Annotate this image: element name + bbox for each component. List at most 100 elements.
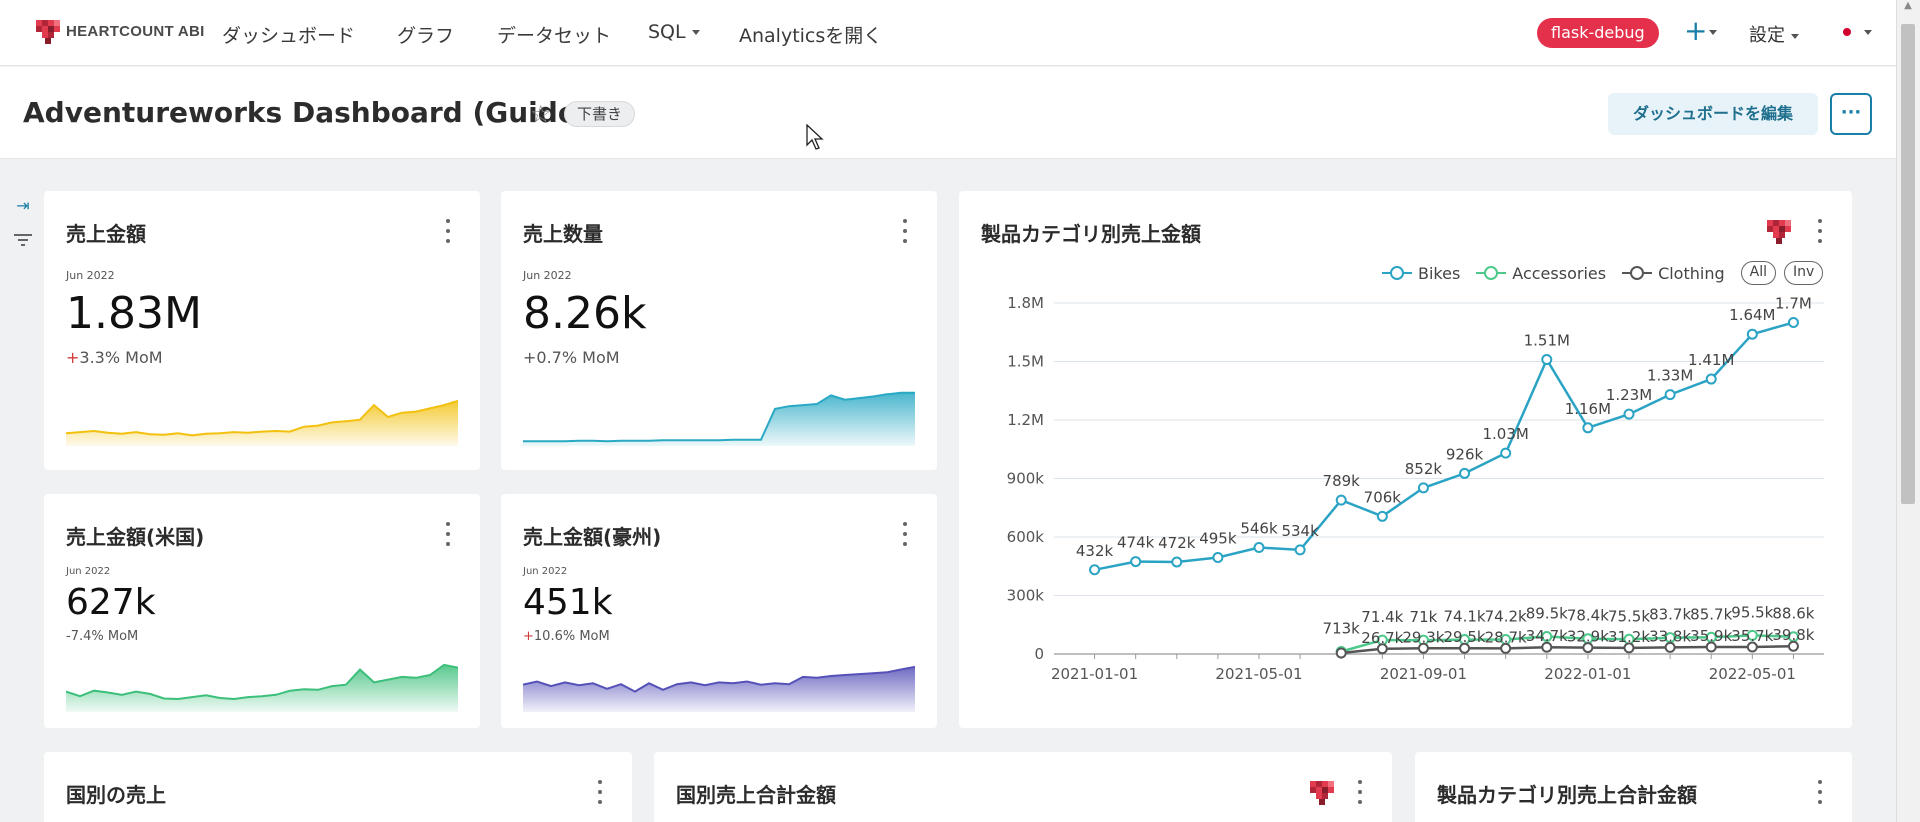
kpi-value: 8.26k: [523, 288, 647, 339]
data-label: 1.64M: [1729, 306, 1775, 324]
data-label: 1.16M: [1565, 400, 1611, 418]
data-point: [1253, 542, 1265, 554]
data-label: 89.5k: [1526, 605, 1568, 623]
kpi-value: 451k: [523, 582, 613, 623]
data-label: 432k: [1076, 542, 1114, 560]
x-tick-label: 2022-01-01: [1544, 665, 1631, 683]
data-label: 33.8k: [1649, 627, 1691, 645]
nav-sql[interactable]: SQL: [648, 21, 700, 43]
top-navigation: HEARTCOUNT ABI ダッシュボード グラフ データセット SQL An…: [0, 0, 1896, 66]
country-sales-total-card[interactable]: 国別売上合計金額: [654, 752, 1392, 822]
data-point: [1335, 647, 1347, 659]
data-label: 706k: [1364, 488, 1402, 506]
data-label: 35.7k: [1731, 627, 1773, 645]
sparkline-chart: [66, 663, 458, 712]
data-label: 474k: [1117, 534, 1155, 552]
draft-badge: 下書き: [564, 101, 636, 127]
data-label: 74.1k: [1444, 608, 1486, 626]
data-label: 32.9k: [1567, 628, 1609, 646]
dashboard-header: Adventureworks Dashboard (Guide) ☆ 下書き ダ…: [0, 67, 1896, 159]
category-sales-total-card[interactable]: 製品カテゴリ別売上合計金額: [1415, 752, 1852, 822]
kpi-change: +10.6% MoM: [523, 629, 610, 644]
data-label: 546k: [1240, 520, 1278, 538]
card-menu-kebab-icon[interactable]: [444, 522, 452, 546]
page-title: Adventureworks Dashboard (Guide): [23, 96, 590, 129]
chevron-down-icon: [691, 30, 700, 35]
scroll-up-arrow-icon[interactable]: ▲: [1898, 0, 1918, 20]
data-point: [1746, 328, 1758, 340]
nav-dashboard[interactable]: ダッシュボード: [222, 21, 355, 48]
y-tick-label: 1.8M: [1007, 294, 1044, 312]
kpi-period: Jun 2022: [523, 269, 572, 282]
data-label: 495k: [1199, 529, 1237, 547]
nav-graph[interactable]: グラフ: [397, 21, 454, 48]
card-menu-kebab-icon[interactable]: [1356, 780, 1364, 804]
filter-icon[interactable]: [13, 232, 33, 252]
card-menu-kebab-icon[interactable]: [1816, 780, 1824, 804]
sparkline-chart: [66, 399, 458, 446]
kpi-value: 627k: [66, 582, 156, 623]
card-title: 国別の売上: [66, 783, 166, 807]
data-label: 85.7k: [1690, 605, 1732, 623]
collapse-panel-icon[interactable]: ⇥: [13, 196, 33, 215]
kpi-card-sales-quantity[interactable]: 売上数量 Jun 2022 8.26k +0.7% MoM: [501, 191, 937, 470]
kpi-change: -7.4% MoM: [66, 629, 138, 644]
data-point: [1089, 564, 1101, 576]
kpi-change-sign: +: [66, 348, 80, 367]
data-label: 534k: [1281, 522, 1319, 540]
country-sales-card[interactable]: 国別の売上: [44, 752, 632, 822]
data-label: 88.6k: [1772, 605, 1814, 623]
data-point: [1376, 510, 1388, 522]
data-point: [1130, 556, 1142, 568]
line-chart-plot: 0 300k 600k 900k 1.2M 1.5M 1.8M 2021-01-01 2021-…: [1007, 294, 1824, 683]
data-label: 1.03M: [1482, 425, 1528, 443]
nav-dataset[interactable]: データセット: [497, 21, 611, 48]
card-menu-kebab-icon[interactable]: [596, 780, 604, 804]
sparkline-area: [66, 400, 458, 446]
card-menu-kebab-icon[interactable]: [901, 522, 909, 546]
kpi-change-text: 3.3% MoM: [79, 348, 163, 367]
kpi-card-sales-amount[interactable]: 売上金額 Jun 2022 1.83M +3.3% MoM: [44, 191, 480, 470]
card-title: 売上金額(豪州): [523, 525, 662, 549]
data-point: [1705, 373, 1717, 385]
nav-open-analytics[interactable]: Analyticsを開く: [739, 21, 882, 48]
card-menu-kebab-icon[interactable]: [444, 219, 452, 243]
more-options-button[interactable]: ···: [1830, 93, 1872, 135]
language-selector[interactable]: [1836, 24, 1872, 40]
data-label: 34.7k: [1526, 627, 1568, 645]
x-tick-label: 2021-09-01: [1380, 665, 1467, 683]
sparkline-area: [66, 664, 458, 712]
user-badge[interactable]: flask-debug: [1537, 18, 1659, 48]
kpi-change-text: 0.7% MoM: [536, 348, 620, 367]
card-title: 国別売上合計金額: [676, 783, 836, 807]
edit-dashboard-button[interactable]: ダッシュボードを編集: [1608, 93, 1818, 135]
data-label: 31.2k: [1608, 628, 1650, 646]
settings-label: 設定: [1749, 25, 1785, 46]
heartcount-logo[interactable]: HEARTCOUNT ABI: [36, 18, 205, 44]
category-sales-chart-card[interactable]: 製品カテゴリ別売上金額 Bikes Accessories Clothing A…: [959, 191, 1852, 728]
data-label: 26.7k: [1361, 629, 1403, 647]
add-menu-button[interactable]: +: [1684, 14, 1718, 48]
data-point: [1541, 354, 1553, 366]
chevron-down-icon: [1709, 29, 1718, 35]
kpi-card-sales-us[interactable]: 売上金額(米国) Jun 2022 627k -7.4% MoM: [44, 494, 480, 728]
data-point: [1459, 467, 1471, 479]
card-menu-kebab-icon[interactable]: [901, 219, 909, 243]
series-line-clothing: [1341, 644, 1794, 655]
data-label: 71k: [1410, 608, 1438, 626]
plus-icon: +: [1684, 14, 1708, 47]
data-label: 83.7k: [1649, 606, 1691, 624]
data-label: 28.7k: [1485, 628, 1527, 646]
data-point: [1294, 544, 1306, 556]
page-scrollbar[interactable]: ▲: [1896, 0, 1920, 822]
y-tick-label: 600k: [1007, 528, 1045, 546]
scrollbar-thumb[interactable]: [1901, 24, 1915, 504]
kpi-card-sales-australia[interactable]: 売上金額(豪州) Jun 2022 451k +10.6% MoM: [501, 494, 937, 728]
settings-menu[interactable]: 設定: [1749, 21, 1799, 47]
kpi-change-sign: +: [523, 629, 534, 644]
favorite-star-icon[interactable]: ☆: [530, 100, 552, 128]
data-point: [1417, 482, 1429, 494]
kpi-change: +0.7% MoM: [523, 348, 620, 367]
data-label: 78.4k: [1567, 607, 1609, 625]
y-tick-label: 300k: [1007, 587, 1045, 605]
